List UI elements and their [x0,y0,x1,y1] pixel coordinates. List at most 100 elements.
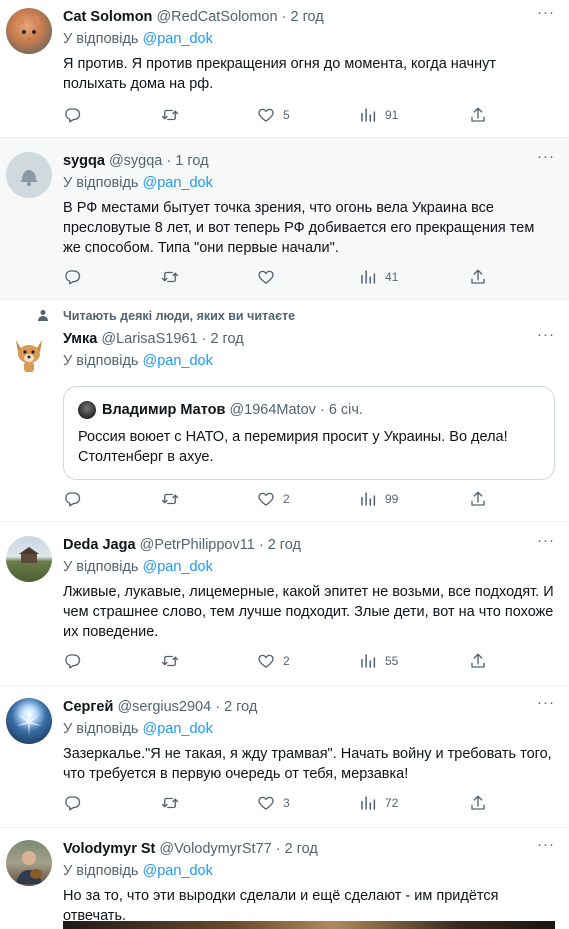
retweet-button[interactable] [161,652,179,670]
avatar[interactable] [6,840,52,886]
reply-button[interactable] [63,268,81,286]
reply-mention[interactable]: @pan_dok [143,353,213,369]
views-icon [359,106,377,124]
user-handle[interactable]: @PetrPhilippov11 [140,537,255,553]
tweet-actions: 2 55 [63,652,493,672]
avatar[interactable] [6,152,52,198]
user-handle[interactable]: @sygqa [109,153,162,169]
reply-mention[interactable]: @pan_dok [143,559,213,575]
retweet-icon [161,268,179,286]
like-button[interactable]: 2 [257,652,290,670]
reply-prefix: У відповідь [63,353,139,369]
user-handle[interactable]: @RedCatSolomon [156,9,277,25]
user-handle[interactable]: @sergius2904 [117,699,211,715]
quote-timestamp[interactable]: 6 січ. [329,402,363,418]
avatar[interactable] [6,330,52,376]
separator-dot: · [166,153,172,169]
reply-mention[interactable]: @pan_dok [143,31,213,47]
views-button[interactable]: 91 [359,106,398,124]
user-handle[interactable]: @LarisaS1961 [101,331,197,347]
views-count: 72 [385,796,399,810]
timestamp[interactable]: 2 год [224,699,257,715]
quoted-tweet[interactable]: Владимир Матов @1964Matov · 6 січ. Росси… [63,386,555,480]
reply-context: У відповідь @pan_dok [63,558,555,576]
tweet-text: Лживые, лукавые, лицемерные, какой эпите… [63,584,554,640]
separator-dot: · [319,402,325,418]
views-button[interactable]: 55 [359,652,398,670]
tweet-volodymyr[interactable]: Volodymyr St @VolodymyrSt77 · 2 год У ві… [0,828,569,929]
reply-button[interactable] [63,490,81,508]
retweet-icon [161,794,179,812]
tweet-sergey[interactable]: Сергей @sergius2904 · 2 год У відповідь … [0,686,569,828]
avatar[interactable] [6,536,52,582]
quote-user-handle[interactable]: @1964Matov [229,402,315,418]
user-name[interactable]: Умка [63,331,97,347]
tweet-header: Volodymyr St @VolodymyrSt77 · 2 год [63,840,555,858]
reply-button[interactable] [63,652,81,670]
reply-mention[interactable]: @pan_dok [143,721,213,737]
user-handle[interactable]: @VolodymyrSt77 [159,841,271,857]
share-button[interactable] [469,490,487,508]
timestamp[interactable]: 2 год [290,9,323,25]
avatar[interactable] [6,698,52,744]
share-button[interactable] [469,794,487,812]
like-button[interactable]: 3 [257,794,290,812]
retweet-button[interactable] [161,490,179,508]
tweet-actions: 5 91 [63,106,493,126]
views-count: 91 [385,108,399,122]
retweet-button[interactable] [161,794,179,812]
tweet-header: Умка @LarisaS1961 · 2 год [63,330,555,348]
more-icon[interactable]: ··· [537,694,555,711]
quote-avatar[interactable] [78,401,96,419]
like-button[interactable]: 5 [257,106,290,124]
reply-button[interactable] [63,794,81,812]
views-button[interactable]: 72 [359,794,398,812]
tweet-umka[interactable]: Читають деякі люди, яких ви читаєте Умка… [0,300,569,522]
user-name[interactable]: Deda Jaga [63,537,136,553]
tweet-cat-solomon[interactable]: Cat Solomon @RedCatSolomon · 2 год У від… [0,0,569,138]
retweet-button[interactable] [161,106,179,124]
avatar[interactable] [6,8,52,54]
more-icon[interactable]: ··· [537,326,555,343]
like-icon [257,268,275,286]
quote-user-name[interactable]: Владимир Матов [102,402,225,418]
like-icon [257,652,275,670]
reply-mention[interactable]: @pan_dok [143,175,213,191]
tweet-header: Сергей @sergius2904 · 2 год [63,698,555,716]
timestamp[interactable]: 2 год [210,331,243,347]
reply-button[interactable] [63,106,81,124]
share-button[interactable] [469,268,487,286]
more-icon[interactable]: ··· [537,532,555,549]
tweet-header: sygqa @sygqa · 1 год [63,152,555,170]
tweet-actions: 2 99 [63,490,493,510]
more-icon[interactable]: ··· [537,148,555,165]
tweet-actions: 41 [63,268,493,288]
share-button[interactable] [469,652,487,670]
more-icon[interactable]: ··· [537,4,555,21]
tweet-deda-jaga[interactable]: Deda Jaga @PetrPhilippov11 · 2 год У від… [0,522,569,686]
reply-mention[interactable]: @pan_dok [143,863,213,879]
user-name[interactable]: sygqa [63,153,105,169]
timestamp[interactable]: 2 год [268,537,301,553]
user-name[interactable]: Сергей [63,699,113,715]
more-icon[interactable]: ··· [537,836,555,853]
timestamp[interactable]: 2 год [285,841,318,857]
reply-icon [63,652,81,670]
reply-prefix: У відповідь [63,721,139,737]
user-name[interactable]: Cat Solomon [63,9,152,25]
retweet-button[interactable] [161,268,179,286]
timestamp[interactable]: 1 год [175,153,208,169]
like-button[interactable] [257,268,283,286]
views-button[interactable]: 99 [359,490,398,508]
tweet-sygqa[interactable]: sygqa @sygqa · 1 год У відповідь @pan_do… [0,138,569,300]
separator-dot: · [281,9,287,25]
like-button[interactable]: 2 [257,490,290,508]
tweet-text: Я против. Я против прекращения огня до м… [63,56,497,92]
user-name[interactable]: Volodymyr St [63,841,155,857]
share-icon [469,652,487,670]
share-button[interactable] [469,106,487,124]
like-icon [257,106,275,124]
reply-prefix: У відповідь [63,863,139,879]
reply-icon [63,268,81,286]
views-button[interactable]: 41 [359,268,398,286]
